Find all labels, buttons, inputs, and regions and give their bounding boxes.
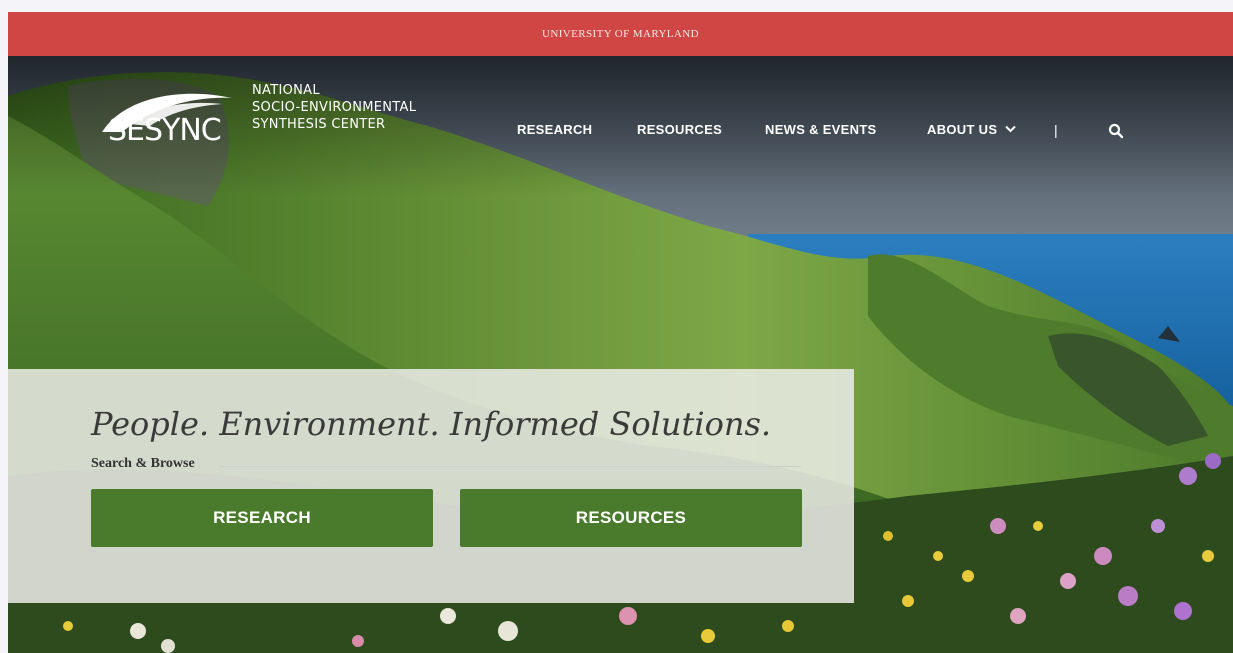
search-browse-label: Search & Browse — [91, 456, 195, 471]
research-button[interactable]: RESEARCH — [91, 489, 433, 547]
nav-separator: | — [1054, 122, 1058, 138]
university-bar[interactable]: UNIVERSITY OF MARYLAND — [8, 12, 1233, 56]
hero-tagline: People. Environment. Informed Solutions. — [91, 405, 772, 443]
logo-mark-text: SESYNC — [108, 113, 221, 144]
university-bar-label[interactable]: UNIVERSITY OF MARYLAND — [542, 28, 699, 40]
site-logo[interactable]: SESYNC NATIONAL SOCIO-ENVIRONMENTAL SYNT… — [92, 82, 452, 146]
hero-section: SESYNC NATIONAL SOCIO-ENVIRONMENTAL SYNT… — [8, 56, 1233, 653]
nav-item-about-us-label: ABOUT US — [927, 122, 998, 137]
search-icon[interactable] — [1108, 123, 1124, 139]
logo-line-1: NATIONAL — [252, 83, 320, 98]
nav-item-news-events[interactable]: NEWS & EVENTS — [765, 122, 877, 137]
logo-wordmark: NATIONAL SOCIO-ENVIRONMENTAL SYNTHESIS C… — [252, 82, 416, 133]
search-browse-divider — [218, 466, 801, 467]
logo-line-3: SYNTHESIS CENTER — [252, 117, 386, 132]
nav-item-resources[interactable]: RESOURCES — [637, 122, 722, 137]
browser-viewport: UNIVERSITY OF MARYLAND SESYNC NATIONAL S… — [8, 12, 1233, 653]
resources-button[interactable]: RESOURCES — [460, 489, 802, 547]
chevron-down-icon — [1005, 125, 1016, 133]
hero-card: People. Environment. Informed Solutions.… — [8, 369, 854, 603]
logo-line-2: SOCIO-ENVIRONMENTAL — [252, 100, 417, 115]
sesync-logo-mark: SESYNC — [102, 93, 232, 144]
nav-item-about-us[interactable]: ABOUT US — [927, 122, 1016, 137]
nav-item-research[interactable]: RESEARCH — [517, 122, 592, 137]
